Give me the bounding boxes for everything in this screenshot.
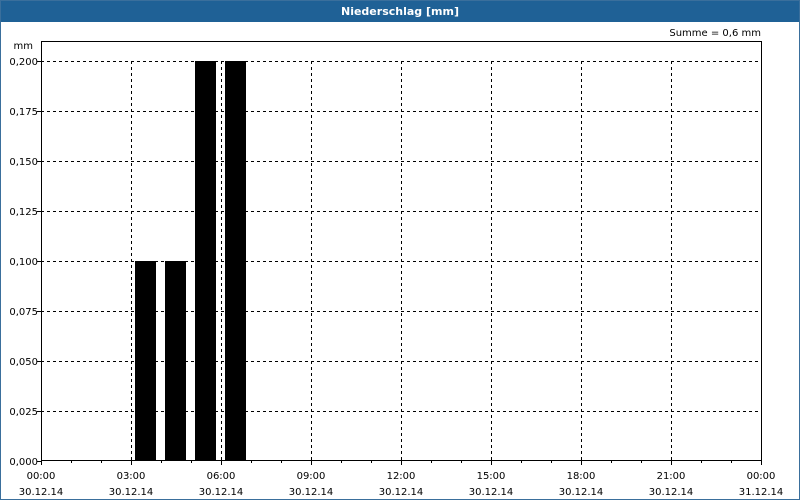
- y-tick-label: 0,175: [9, 107, 38, 118]
- y-tick-label: 0,000: [9, 457, 38, 468]
- x-tick-label-time: 03:00: [117, 471, 146, 482]
- x-tick-label-time: 18:00: [567, 471, 596, 482]
- x-tick-label-time: 12:00: [387, 471, 416, 482]
- precip-bar: [165, 261, 186, 461]
- x-tick-label-date: 30.12.14: [109, 487, 154, 498]
- x-tick-label-date: 30.12.14: [19, 487, 64, 498]
- x-tick-label-time: 15:00: [477, 471, 506, 482]
- x-tick-label-date: 30.12.14: [289, 487, 334, 498]
- x-tick-label-date: 31.12.14: [739, 487, 784, 498]
- x-tick-label-date: 30.12.14: [199, 487, 244, 498]
- x-tick-label-time: 06:00: [207, 471, 236, 482]
- sum-label: Summe = 0,6 mm: [669, 28, 761, 39]
- y-tick-label: 0,025: [9, 407, 38, 418]
- x-tick-label-date: 30.12.14: [649, 487, 694, 498]
- y-tick-label: 0,125: [9, 207, 38, 218]
- y-tick-label: 0,050: [9, 357, 38, 368]
- y-tick-label: 0,075: [9, 307, 38, 318]
- x-tick-label-time: 09:00: [297, 471, 326, 482]
- x-tick-label-time: 00:00: [27, 471, 56, 482]
- precip-bar: [225, 61, 246, 461]
- y-tick-label: 0,100: [9, 257, 38, 268]
- x-tick-label-time: 21:00: [657, 471, 686, 482]
- y-tick-label: 0,200: [9, 57, 38, 68]
- precip-bar: [135, 261, 156, 461]
- x-tick-label-time: 00:00: [747, 471, 776, 482]
- precipitation-chart: 0,000 0,025 0,050 0,075 0,100 0,125 0,150 0,175…: [9, 28, 784, 498]
- x-tick-label-date: 30.12.14: [559, 487, 604, 498]
- x-tick-label-date: 30.12.14: [379, 487, 424, 498]
- y-axis-unit-label: mm: [14, 41, 33, 52]
- x-tick-label-date: 30.12.14: [469, 487, 514, 498]
- precip-bar: [195, 61, 216, 461]
- y-tick-label: 0,150: [9, 157, 38, 168]
